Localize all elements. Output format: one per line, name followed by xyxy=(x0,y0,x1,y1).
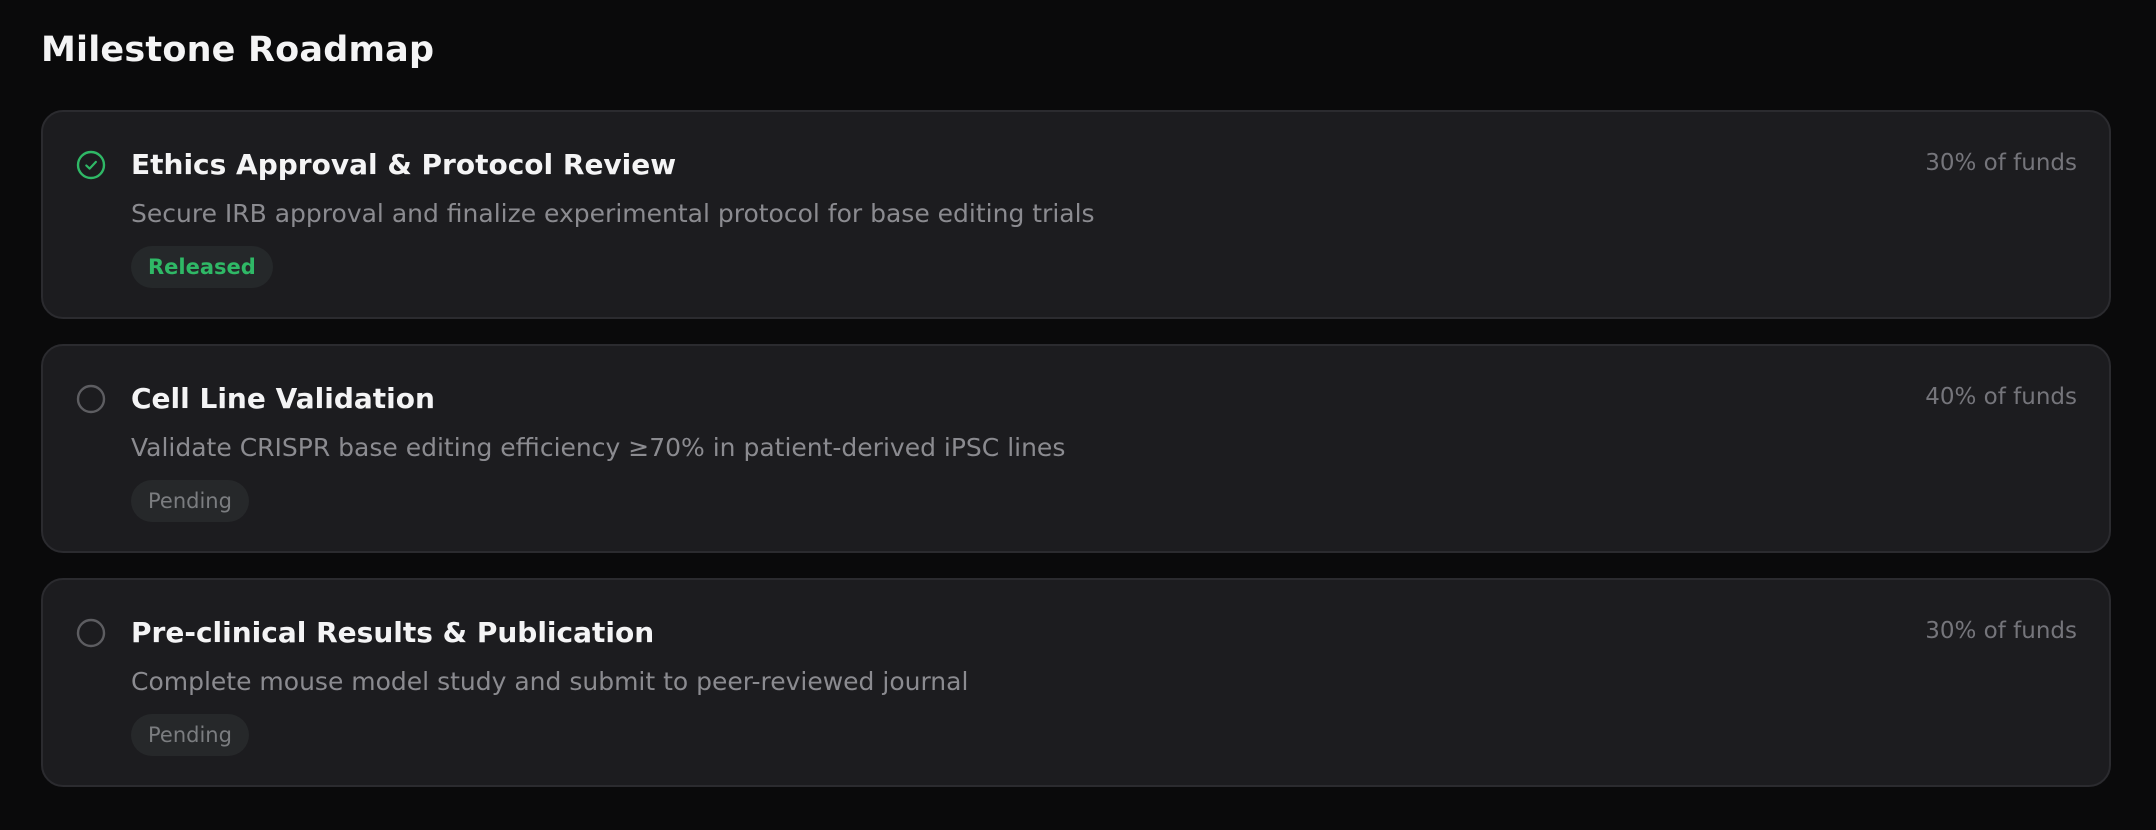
check-circle-icon xyxy=(75,149,107,181)
status-badge: Pending xyxy=(131,480,249,522)
funding-share: 30% of funds xyxy=(1925,618,2077,644)
milestone-title: Ethics Approval & Protocol Review xyxy=(131,148,677,181)
milestone-card-cell-line-validation[interactable]: Cell Line Validation Validate CRISPR bas… xyxy=(41,344,2111,553)
milestone-list: Ethics Approval & Protocol Review Secure… xyxy=(41,110,2111,812)
status-badge: Pending xyxy=(131,714,249,756)
milestone-description: Complete mouse model study and submit to… xyxy=(131,667,969,696)
milestone-description: Validate CRISPR base editing efficiency … xyxy=(131,433,1066,462)
milestone-title: Pre-clinical Results & Publication xyxy=(131,616,655,649)
empty-circle-icon xyxy=(75,617,107,649)
funding-share: 30% of funds xyxy=(1925,150,2077,176)
milestone-card-ethics-approval[interactable]: Ethics Approval & Protocol Review Secure… xyxy=(41,110,2111,319)
empty-circle-icon xyxy=(75,383,107,415)
status-badge: Released xyxy=(131,246,273,288)
milestone-card-preclinical-results[interactable]: Pre-clinical Results & Publication Compl… xyxy=(41,578,2111,787)
page-title: Milestone Roadmap xyxy=(41,30,435,70)
milestone-title: Cell Line Validation xyxy=(131,382,435,415)
milestone-roadmap-page: Milestone Roadmap Ethics Approval & Prot… xyxy=(0,0,2156,830)
funding-share: 40% of funds xyxy=(1925,384,2077,410)
milestone-description: Secure IRB approval and finalize experim… xyxy=(131,199,1095,228)
